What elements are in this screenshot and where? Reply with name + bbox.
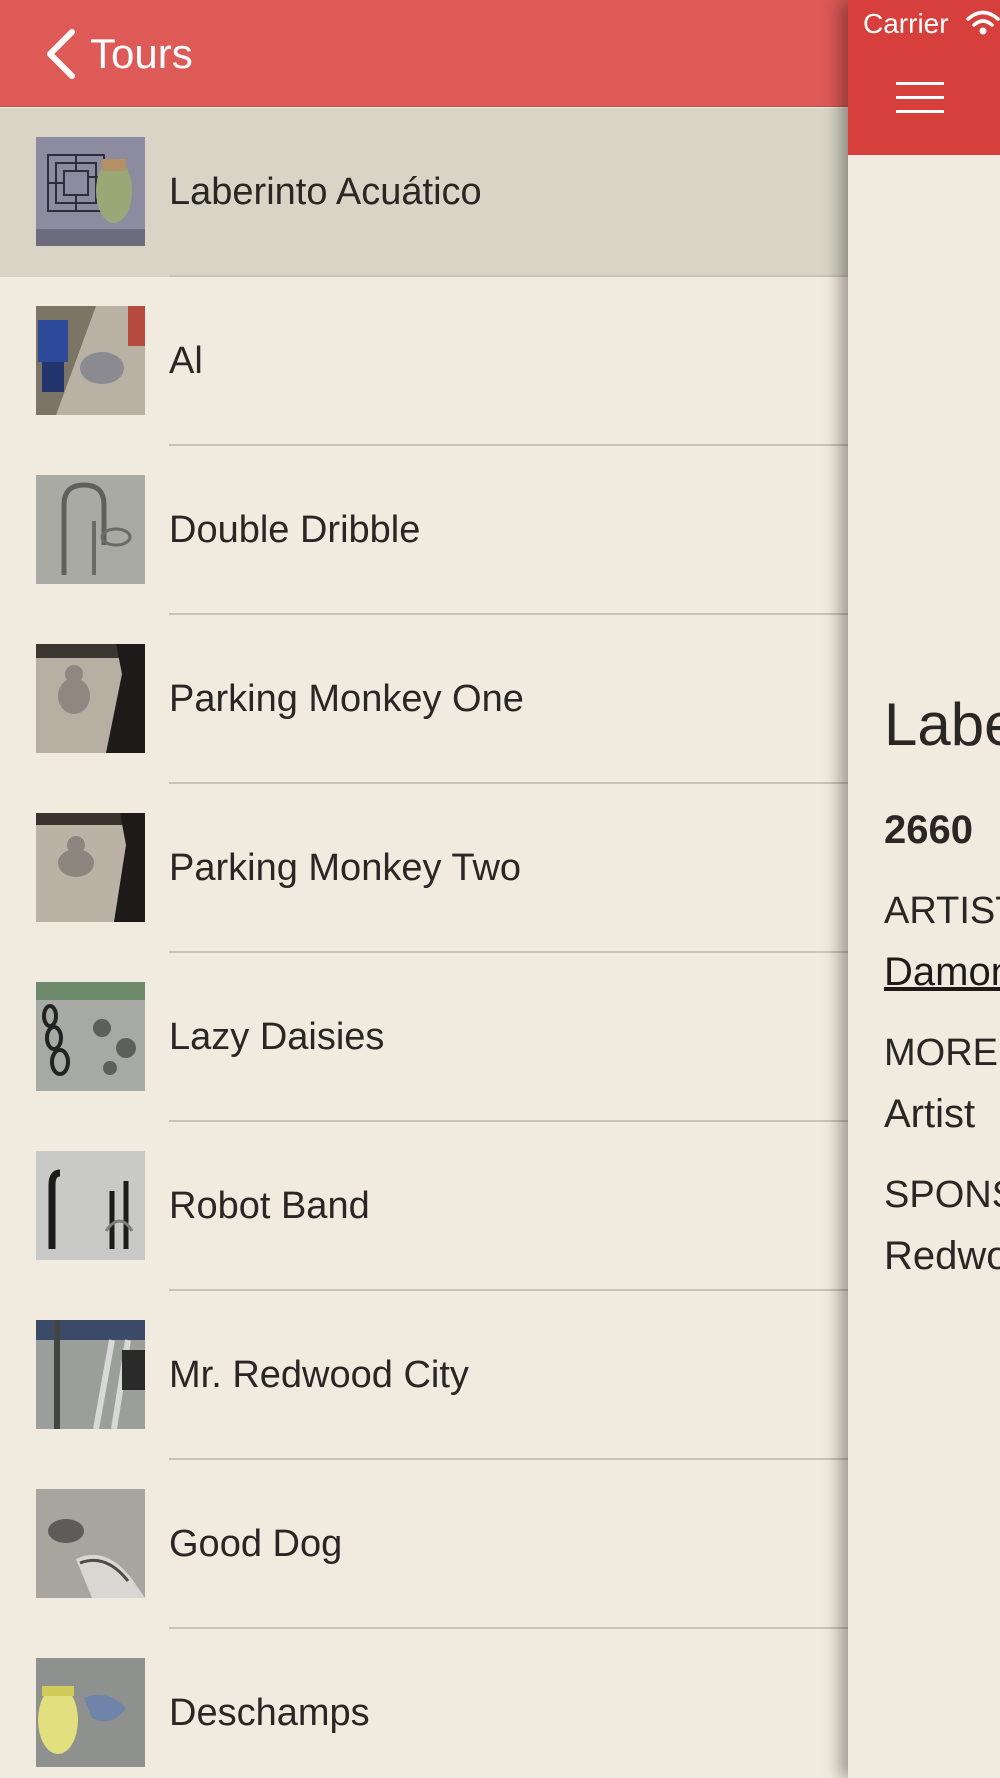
- artist-label: ARTIST: [884, 890, 1000, 932]
- tour-title: Double Dribble: [169, 509, 421, 551]
- sponsor-value: Redwo: [884, 1234, 1000, 1278]
- tour-list-item[interactable]: Good Dog: [0, 1460, 848, 1629]
- tour-title: Parking Monkey One: [169, 678, 524, 720]
- tour-list-item[interactable]: Laberinto Acuático: [0, 108, 848, 277]
- back-button[interactable]: Tours: [44, 26, 193, 82]
- tour-title: Parking Monkey Two: [169, 847, 522, 889]
- tour-list-item[interactable]: Robot Band: [0, 1122, 848, 1291]
- tour-title: Laberinto Acuático: [169, 171, 482, 213]
- chevron-left-icon: [47, 29, 75, 79]
- tour-thumbnail: [36, 813, 145, 922]
- tour-title: Deschamps: [169, 1692, 370, 1734]
- artist-link[interactable]: Damon: [884, 950, 1000, 995]
- tour-detail-panel: Carrier Labe 2660 ARTIST Damon MORE Arti…: [848, 0, 1000, 1778]
- tour-title: Mr. Redwood City: [169, 1354, 469, 1396]
- tour-title: Good Dog: [169, 1523, 343, 1565]
- detail-title: Labe: [884, 691, 1000, 758]
- tour-thumbnail: [36, 1320, 145, 1429]
- tour-list: Laberinto Acuático Al Double Dribble Par…: [0, 108, 848, 1778]
- tour-title: Al: [169, 340, 203, 382]
- tour-title: Robot Band: [169, 1185, 370, 1227]
- tour-list-item[interactable]: Parking Monkey One: [0, 615, 848, 784]
- tour-thumbnail: [36, 306, 145, 415]
- tour-list-item[interactable]: Lazy Daisies: [0, 953, 848, 1122]
- tour-list-item[interactable]: Parking Monkey Two: [0, 784, 848, 953]
- tours-menu-panel: Tours Laberinto Acuático Al Double Dribb…: [0, 0, 848, 1778]
- tour-thumbnail: [36, 1489, 145, 1598]
- detail-header: Carrier: [848, 0, 1000, 155]
- tour-list-item[interactable]: Deschamps: [0, 1629, 848, 1778]
- status-carrier: Carrier: [863, 8, 949, 39]
- menu-header: Tours: [0, 0, 848, 107]
- tour-thumbnail: [36, 1658, 145, 1767]
- detail-address: 2660: [884, 808, 973, 852]
- tour-thumbnail: [36, 1151, 145, 1260]
- hamburger-menu-icon[interactable]: [896, 80, 944, 114]
- tour-list-item[interactable]: Mr. Redwood City: [0, 1291, 848, 1460]
- app-screen: Tours Laberinto Acuático Al Double Dribb…: [0, 0, 1000, 1778]
- sponsor-label: SPONS: [884, 1174, 1000, 1216]
- more-value: Artist: [884, 1092, 976, 1136]
- tour-thumbnail: [36, 137, 145, 246]
- tour-thumbnail: [36, 982, 145, 1091]
- wifi-icon: [966, 10, 1000, 35]
- tour-thumbnail: [36, 475, 145, 584]
- tour-list-item[interactable]: Double Dribble: [0, 446, 848, 615]
- more-label: MORE: [884, 1032, 998, 1074]
- tour-list-item[interactable]: Al: [0, 277, 848, 446]
- tour-thumbnail: [36, 644, 145, 753]
- back-button-label: Tours: [90, 30, 193, 77]
- tour-title: Lazy Daisies: [169, 1016, 385, 1058]
